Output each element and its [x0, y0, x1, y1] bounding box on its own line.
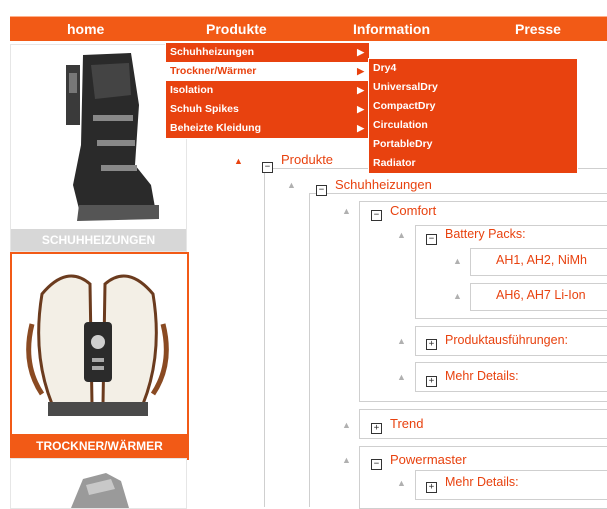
sort-triangle-icon: ▲	[397, 372, 406, 382]
trockner-submenu: Dry4 UniversalDry CompactDry Circulation…	[368, 58, 578, 174]
submenu-arrow-icon: ▶	[357, 123, 364, 133]
sort-triangle-icon: ▲	[397, 478, 406, 488]
sort-triangle-icon: ▲	[453, 291, 462, 301]
tree-node-ah6[interactable]: AH6, AH7 Li-Ion	[496, 288, 586, 302]
menu-item-label: Isolation	[170, 84, 214, 96]
sort-triangle-icon: ▲	[342, 455, 351, 465]
menu-item-beheizte-kleidung[interactable]: Beheizte Kleidung ▶	[166, 119, 369, 138]
sort-triangle-icon: ▲	[453, 256, 462, 266]
tile-label-trockner-waermer: TROCKNER/WÄRMER	[12, 434, 187, 458]
submenu-arrow-icon: ▶	[357, 104, 364, 114]
menu-item-compactdry[interactable]: CompactDry	[369, 97, 577, 116]
nav-home[interactable]: home	[67, 17, 104, 41]
tree-line	[309, 193, 310, 507]
tree-node-schuhheizungen[interactable]: Schuhheizungen	[335, 177, 432, 192]
menu-item-schuhheizungen[interactable]: Schuhheizungen ▶	[166, 43, 369, 62]
tree-node-mehr-details[interactable]: Mehr Details:	[445, 369, 519, 383]
menu-item-trockner-waermer[interactable]: Trockner/Wärmer ▶	[166, 62, 369, 81]
collapse-icon[interactable]: −	[371, 459, 382, 470]
menu-item-circulation[interactable]: Circulation	[369, 116, 577, 135]
menu-item-dry4[interactable]: Dry4	[369, 59, 577, 78]
tree-node-battery-packs[interactable]: Battery Packs:	[445, 227, 526, 241]
menu-item-isolation[interactable]: Isolation ▶	[166, 81, 369, 100]
collapse-icon[interactable]: −	[316, 185, 327, 196]
sort-triangle-icon: ▲	[397, 336, 406, 346]
menu-item-portabledry[interactable]: PortableDry	[369, 135, 577, 154]
heated-boot-image	[66, 53, 159, 221]
submenu-arrow-icon: ▶	[357, 85, 364, 95]
menu-item-universaldry[interactable]: UniversalDry	[369, 78, 577, 97]
expand-icon[interactable]: +	[426, 376, 437, 387]
tree-node-powermaster[interactable]: Powermaster	[390, 452, 467, 467]
expand-icon[interactable]: +	[371, 423, 382, 434]
menu-item-label: Schuhheizungen	[170, 46, 254, 58]
menu-item-label: Beheizte Kleidung	[170, 122, 262, 134]
menu-item-label: Trockner/Wärmer	[170, 65, 257, 77]
top-navigation: home Produkte Information Presse	[10, 16, 607, 41]
menu-item-radiator[interactable]: Radiator	[369, 154, 577, 173]
nav-presse[interactable]: Presse	[515, 17, 561, 41]
tree-node-comfort[interactable]: Comfort	[390, 203, 436, 218]
sort-triangle-icon: ▲	[342, 206, 351, 216]
produkte-dropdown-menu: Schuhheizungen ▶ Trockner/Wärmer ▶ Isola…	[165, 42, 370, 139]
tile-next-product[interactable]	[10, 458, 187, 509]
sort-triangle-icon: ▲	[234, 156, 243, 166]
tile-trockner-waermer[interactable]: TROCKNER/WÄRMER	[10, 252, 189, 460]
tree-line	[264, 168, 265, 507]
nav-produkte[interactable]: Produkte	[206, 17, 267, 41]
tree-node-produkte[interactable]: Produkte	[281, 152, 333, 167]
nav-information[interactable]: Information	[353, 17, 430, 41]
expand-icon[interactable]: +	[426, 339, 437, 350]
menu-item-schuh-spikes[interactable]: Schuh Spikes ▶	[166, 100, 369, 119]
expand-icon[interactable]: +	[426, 482, 437, 493]
menu-item-label: Schuh Spikes	[170, 103, 239, 115]
tree-line	[309, 193, 607, 194]
tile-schuhheizungen[interactable]: SCHUHHEIZUNGEN	[10, 44, 187, 252]
collapse-icon[interactable]: −	[262, 162, 273, 173]
tree-node-mehr-details[interactable]: Mehr Details:	[445, 475, 519, 489]
submenu-arrow-icon: ▶	[357, 47, 364, 57]
tree-node-ah1[interactable]: AH1, AH2, NiMh	[496, 253, 587, 267]
product-image	[71, 473, 129, 508]
collapse-icon[interactable]: −	[371, 210, 382, 221]
sort-triangle-icon: ▲	[287, 180, 296, 190]
tile-label-schuhheizungen: SCHUHHEIZUNGEN	[11, 229, 186, 251]
sort-triangle-icon: ▲	[342, 420, 351, 430]
tree-node-trend[interactable]: Trend	[390, 416, 423, 431]
submenu-arrow-icon: ▶	[357, 66, 364, 76]
collapse-icon[interactable]: −	[426, 234, 437, 245]
tree-node-produktausfuehrungen[interactable]: Produktausführungen:	[445, 333, 568, 347]
boot-dryer-image	[26, 274, 169, 416]
sort-triangle-icon: ▲	[397, 230, 406, 240]
